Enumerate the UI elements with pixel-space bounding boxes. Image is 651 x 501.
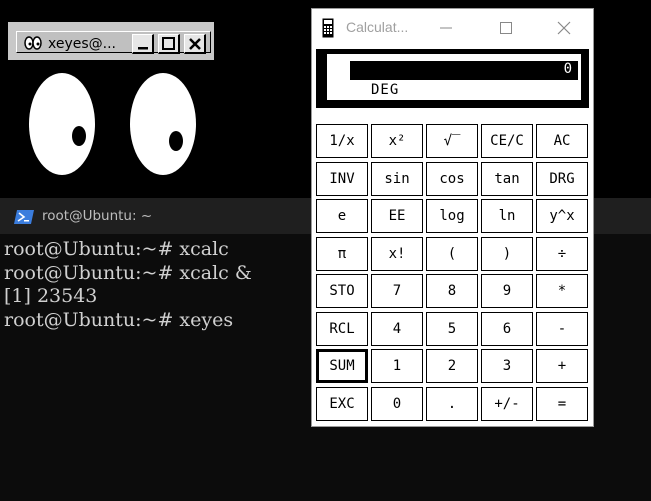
minimize-button[interactable] [132,34,154,54]
calc-key[interactable]: 1 [371,349,423,383]
calc-maximize-button[interactable] [488,17,524,39]
xeyes-icon [24,35,42,50]
calc-key[interactable]: EXC [316,387,368,421]
xeyes-eyes [22,65,203,183]
display-screen: 0 DEG [327,54,581,100]
calc-key[interactable]: 1/x [316,124,368,158]
powershell-icon [14,209,34,224]
calc-key[interactable]: AC [536,124,588,158]
calc-key[interactable]: 5 [426,312,478,346]
calc-key[interactable]: + [536,349,588,383]
calc-key[interactable]: +/- [481,387,533,421]
minimize-icon [138,47,148,50]
calc-key[interactable]: ( [426,237,478,271]
calc-key[interactable]: . [426,387,478,421]
calc-key[interactable]: y^x [536,199,588,233]
calculator-title: Calculat... [346,19,409,35]
calc-key[interactable]: RCL [316,312,368,346]
calc-key[interactable]: √‾ [426,124,478,158]
calc-key[interactable]: 9 [481,274,533,308]
calc-key[interactable]: CE/C [481,124,533,158]
close-icon [189,38,201,50]
calc-key[interactable]: = [536,387,588,421]
angle-mode-indicator: DEG [371,82,400,98]
calc-key[interactable]: 7 [371,274,423,308]
calc-key[interactable]: e [316,199,368,233]
calc-key[interactable]: ÷ [536,237,588,271]
calc-close-button[interactable] [546,17,582,39]
calc-key[interactable]: 4 [371,312,423,346]
calc-key[interactable]: 6 [481,312,533,346]
calc-minimize-button[interactable] [428,17,464,39]
maximize-button[interactable] [158,34,180,54]
minimize-icon [440,27,452,29]
terminal-title: root@Ubuntu: ~ [42,208,153,224]
calc-key[interactable]: 0 [371,387,423,421]
calc-key[interactable]: sin [371,162,423,196]
close-button[interactable] [184,34,206,54]
calc-key[interactable]: STO [316,274,368,308]
calc-key[interactable]: cos [426,162,478,196]
calc-key[interactable]: 3 [481,349,533,383]
calculator-window[interactable]: Calculat... 0 DEG 1/x x² √‾ CE/C AC INV sin cos… [311,8,594,427]
calc-key[interactable]: - [536,312,588,346]
calculator-titlebar[interactable]: Calculat... [312,9,593,47]
calc-key[interactable]: tan [481,162,533,196]
calculator-app-icon [322,18,334,38]
display-value-box: 0 [350,59,578,80]
calc-key[interactable]: DRG [536,162,588,196]
right-pupil [169,131,183,151]
calc-key[interactable]: log [426,199,478,233]
display-value: 0 [563,61,572,77]
left-pupil [72,126,86,146]
calc-key[interactable]: * [536,274,588,308]
calc-key[interactable]: INV [316,162,368,196]
calc-key[interactable]: 2 [426,349,478,383]
calc-key[interactable]: ) [481,237,533,271]
close-icon [557,21,571,35]
calc-key[interactable]: π [316,237,368,271]
calc-key[interactable]: SUM [316,349,368,383]
xeyes-titlebar[interactable]: xeyes@... [8,22,214,60]
calculator-display: 0 DEG [316,49,589,108]
calc-key[interactable]: 8 [426,274,478,308]
maximize-icon [500,22,512,34]
maximize-icon [162,37,175,50]
calc-key[interactable]: x² [371,124,423,158]
calc-key[interactable]: ln [481,199,533,233]
calc-key[interactable]: EE [371,199,423,233]
calc-key[interactable]: x! [371,237,423,271]
xeyes-window-title: xeyes@... [48,36,117,52]
